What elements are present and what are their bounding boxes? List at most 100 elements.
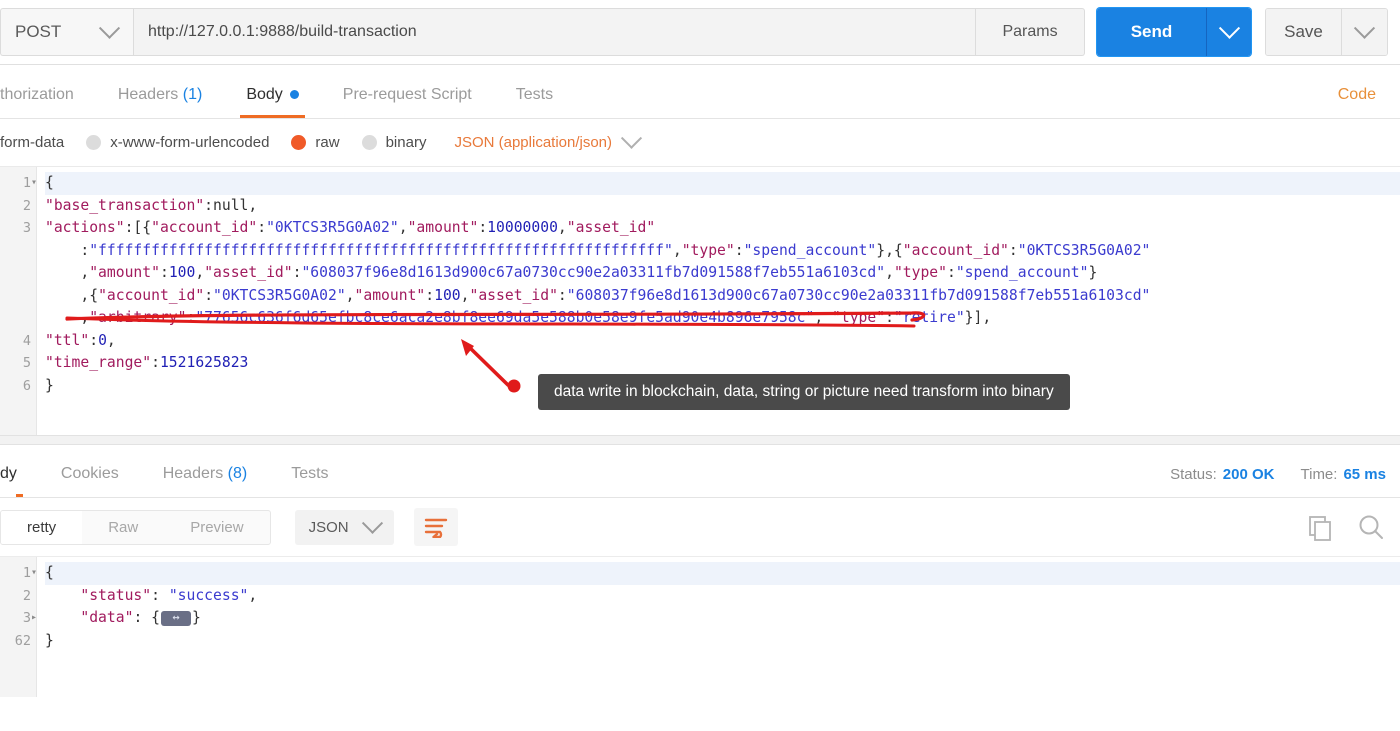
- body-type-binary[interactable]: binary: [361, 134, 426, 151]
- code-token: "0KTCS3R5G0A02": [213, 286, 346, 304]
- response-tab-dy[interactable]: dy: [0, 465, 39, 497]
- code-line[interactable]: ,{"account_id":"0KTCS3R5G0A02","amount":…: [45, 285, 1400, 308]
- response-tab-tests[interactable]: Tests: [269, 465, 350, 497]
- request-tab-label: thorization: [0, 86, 74, 103]
- response-format-select[interactable]: JSON: [294, 509, 394, 545]
- save-button-group: Save: [1265, 8, 1388, 56]
- code-line[interactable]: ,"arbitrary":"77656c636f6d65efbc8ce6aca2…: [45, 307, 1400, 330]
- code-line[interactable]: "actions":[{"account_id":"0KTCS3R5G0A02"…: [45, 217, 1400, 240]
- url-input[interactable]: http://127.0.0.1:9888/build-transaction: [133, 8, 976, 56]
- fold-arrow-icon[interactable]: ▸: [31, 607, 37, 630]
- code-token: "608037f96e8d1613d900c67a0730cc90e2a0331…: [301, 264, 886, 281]
- radio-icon[interactable]: [86, 135, 102, 150]
- response-body-editor[interactable]: 1 ▾ 2 3 ▸ 62 { "status": "success", "data": {…: [0, 556, 1400, 697]
- code-token: "asset_id": [566, 219, 656, 236]
- code-token: "spend_account": [955, 264, 1089, 281]
- request-tab-label: Body: [246, 86, 283, 103]
- code-token: :: [557, 286, 567, 304]
- body-type-form-data[interactable]: form-data: [0, 134, 64, 151]
- http-method-selector[interactable]: POST: [0, 8, 133, 56]
- code-token: "arbitrary": [89, 309, 187, 326]
- response-editor-code[interactable]: { "status": "success", "data": {}}: [37, 557, 1400, 697]
- line-number: 1 ▾: [0, 562, 37, 585]
- view-mode-preview[interactable]: Preview: [164, 511, 269, 544]
- body-type-raw[interactable]: raw: [291, 134, 340, 151]
- send-label: Send: [1130, 22, 1173, 41]
- send-options-button[interactable]: [1207, 8, 1251, 56]
- request-url-bar: POST http://127.0.0.1:9888/build-transac…: [0, 0, 1400, 65]
- send-button[interactable]: Send: [1097, 8, 1207, 56]
- code-line[interactable]: "status": "success",: [45, 585, 1400, 608]
- fold-arrow-icon[interactable]: ▾: [31, 172, 37, 195]
- request-body-editor[interactable]: 1 ▾ 2 3 4 5 6 {"base_transaction":null, "action…: [0, 166, 1400, 435]
- code-line[interactable]: "time_range":1521625823: [45, 352, 1400, 375]
- code-line[interactable]: {: [45, 562, 1400, 585]
- fold-arrow-icon[interactable]: ▾: [31, 562, 37, 585]
- code-token: "asset_id": [204, 264, 293, 281]
- code-token: :: [1008, 241, 1018, 259]
- body-format-select[interactable]: JSON (application/json): [454, 127, 643, 151]
- response-status-area: Status: 200 OK Time: 65 ms: [1170, 466, 1400, 497]
- code-token: ,: [814, 309, 833, 326]
- save-button[interactable]: Save: [1266, 9, 1342, 55]
- code-token: :: [947, 264, 956, 281]
- code-token: "amount": [89, 264, 160, 281]
- code-link[interactable]: Code: [1338, 86, 1400, 118]
- response-tab-cookies[interactable]: Cookies: [39, 465, 141, 497]
- code-line[interactable]: "ttl":0,: [45, 330, 1400, 353]
- radio-icon[interactable]: [361, 135, 377, 150]
- code-token: "amount": [407, 219, 479, 236]
- response-tab-headers[interactable]: Headers (8): [141, 465, 269, 497]
- code-token: }: [45, 631, 54, 649]
- line-number: [0, 285, 36, 308]
- request-tabs: thorization Headers (1) Body Pre-request Sc…: [0, 65, 1400, 119]
- params-button[interactable]: Params: [976, 8, 1085, 56]
- line-number: 3: [22, 220, 31, 236]
- request-tab-thorization[interactable]: thorization: [0, 86, 96, 118]
- response-toolbar: retty Raw Preview JSON: [0, 498, 1400, 556]
- code-token: "77656c636f6d65efbc8ce6aca2e8bf8ee69da5e…: [195, 309, 815, 326]
- line-number: 3 ▸: [0, 607, 37, 630]
- code-token: 1521625823: [159, 354, 249, 371]
- code-token: "retire": [893, 309, 965, 326]
- code-token: :: [885, 309, 894, 326]
- response-editor-gutter: 1 ▾ 2 3 ▸ 62: [0, 557, 37, 697]
- code-token: :[{: [124, 219, 152, 236]
- copy-icon: [1309, 516, 1331, 541]
- code-token: :: [734, 241, 744, 259]
- view-mode-retty[interactable]: retty: [1, 510, 83, 544]
- view-mode-raw[interactable]: Raw: [82, 511, 164, 544]
- request-tab-tests[interactable]: Tests: [494, 86, 575, 118]
- code-line[interactable]: "data": {}: [45, 607, 1400, 630]
- code-line[interactable]: }: [45, 630, 1400, 653]
- request-tab-label: Pre-request Script: [342, 86, 472, 103]
- code-line[interactable]: "base_transaction":null,: [45, 195, 1400, 218]
- code-token: ,: [80, 309, 90, 326]
- chevron-down-icon: [620, 127, 643, 149]
- request-tab-count: (1): [178, 86, 203, 103]
- collapsed-object-chip[interactable]: [160, 608, 191, 626]
- code-line[interactable]: ,"amount":100,"asset_id":"608037f96e8d16…: [45, 262, 1400, 285]
- copy-button[interactable]: [1306, 513, 1334, 541]
- code-line[interactable]: {: [45, 172, 1400, 195]
- body-type-selector: form-data x-www-form-urlencoded raw binary J…: [0, 119, 1400, 166]
- code-line[interactable]: :"ffffffffffffffffffffffffffffffffffffff…: [45, 240, 1400, 263]
- code-token: "spend_account": [743, 241, 877, 259]
- code-token: "account_id": [98, 286, 205, 304]
- request-tab-pre-request-script[interactable]: Pre-request Script: [321, 86, 494, 118]
- request-tab-body[interactable]: Body: [224, 86, 320, 118]
- request-tab-headers[interactable]: Headers (1): [96, 86, 224, 118]
- response-tab-count: (8): [223, 465, 248, 482]
- chevron-down-icon: [1218, 17, 1240, 39]
- response-tab-label: Cookies: [60, 465, 119, 482]
- code-token: "ttl": [45, 331, 90, 349]
- radio-icon[interactable]: [291, 135, 307, 150]
- send-button-group: Send: [1097, 8, 1251, 56]
- body-type-x-www-form-urlencoded[interactable]: x-www-form-urlencoded: [86, 134, 269, 151]
- line-number: 6: [22, 377, 31, 394]
- search-button[interactable]: [1356, 512, 1386, 542]
- word-wrap-button[interactable]: [413, 508, 458, 546]
- save-options-button[interactable]: [1342, 9, 1387, 55]
